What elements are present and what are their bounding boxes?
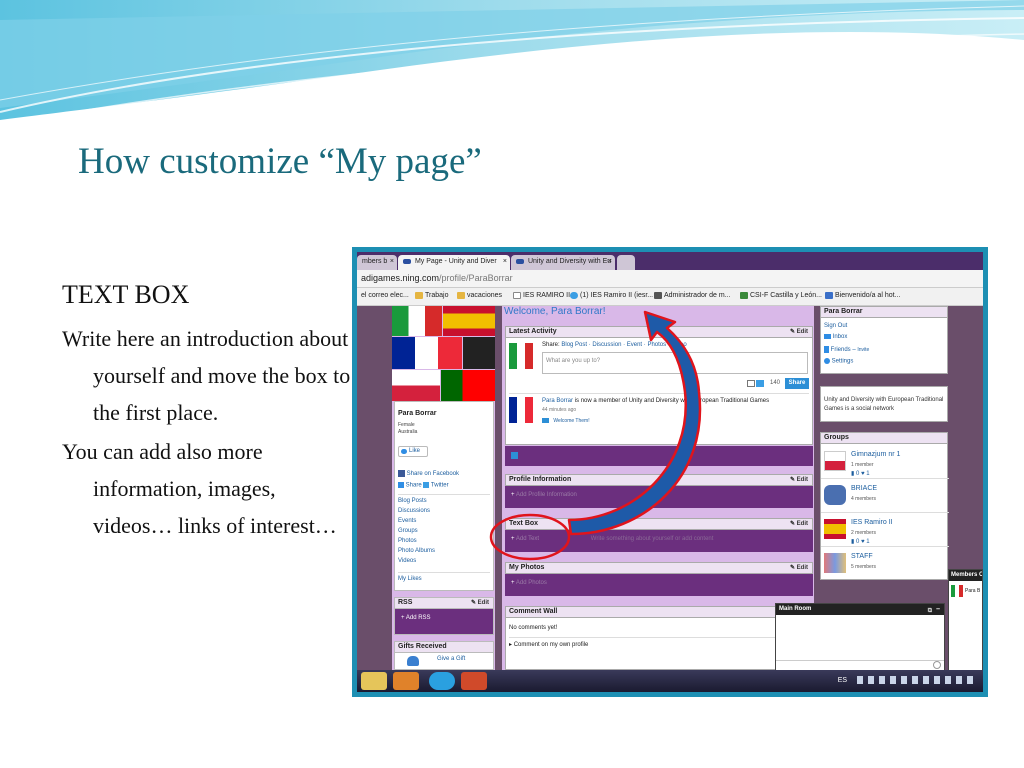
header-wave-decoration — [0, 0, 1024, 126]
intro-paragraph: Write here an introduction about yoursel… — [62, 326, 351, 425]
slide-body-text: TEXT BOX Write here an introduction abou… — [62, 280, 352, 546]
slide-title: How customize “My page” — [78, 141, 482, 182]
text-box-highlight-circle — [489, 513, 571, 561]
more-info-paragraph: You can add also more information, image… — [62, 439, 337, 538]
slide: How customize “My page” TEXT BOX Write h… — [0, 0, 1024, 768]
curved-arrow-icon — [567, 310, 702, 536]
annotation-overlay — [489, 310, 702, 561]
screenshot-frame: mbers b × My Page - Unity and Diver × Un… — [352, 247, 988, 697]
browser-screenshot: mbers b × My Page - Unity and Diver × Un… — [357, 252, 983, 692]
text-box-heading: TEXT BOX — [62, 280, 190, 309]
